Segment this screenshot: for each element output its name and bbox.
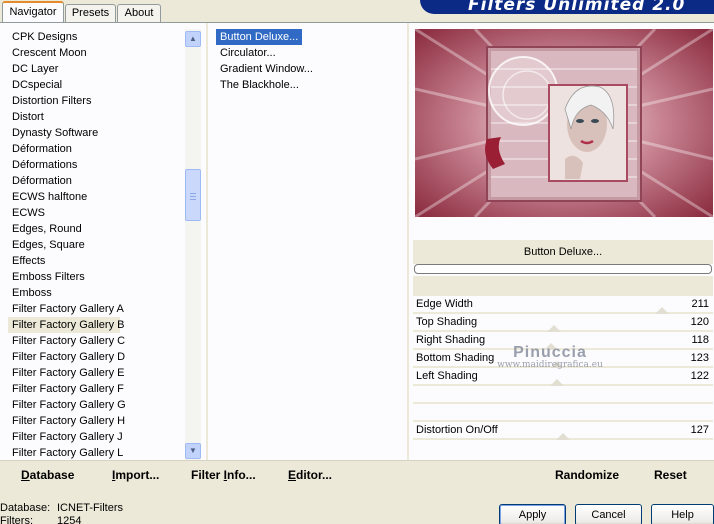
category-scrollbar[interactable]: ▲ ▼: [185, 29, 201, 461]
tab-about[interactable]: About: [117, 4, 161, 22]
tab-presets[interactable]: Presets: [65, 4, 116, 22]
category-item[interactable]: Filter Factory Gallery C: [8, 333, 188, 349]
status-info: Database: ICNET-Filters Filters: 1254: [0, 502, 123, 524]
category-list[interactable]: CPK Designs Crescent Moon DC Layer DCspecia…: [8, 29, 188, 461]
filter-info-button[interactable]: Filter Info...: [191, 468, 256, 482]
category-item[interactable]: ECWS halftone: [8, 189, 188, 205]
category-item[interactable]: Filter Factory Gallery F: [8, 381, 188, 397]
column-divider: [206, 23, 208, 461]
scroll-down-button[interactable]: ▼: [185, 443, 201, 459]
scroll-thumb[interactable]: [185, 169, 201, 221]
category-item[interactable]: DC Layer: [8, 61, 188, 77]
category-item[interactable]: Edges, Square: [8, 237, 188, 253]
category-item[interactable]: Crescent Moon: [8, 45, 188, 61]
parameter-value: 120: [690, 316, 709, 328]
category-item[interactable]: Déformations: [8, 157, 188, 173]
category-item[interactable]: Filter Factory Gallery H: [8, 413, 188, 429]
chevron-up-icon: ▲: [189, 34, 197, 43]
category-item[interactable]: ECWS: [8, 205, 188, 221]
parameter-sliders: Edge Width 211 Top Shading 120 Right Shading…: [413, 296, 713, 440]
parameter-row[interactable]: Top Shading 120: [413, 314, 713, 332]
parameter-header-band: [413, 276, 713, 296]
parameter-value: 122: [690, 370, 709, 382]
editor-button[interactable]: Editor...: [288, 468, 332, 482]
category-item[interactable]: Emboss: [8, 285, 188, 301]
category-item[interactable]: Déformation: [8, 141, 188, 157]
slider-marker[interactable]: [550, 379, 564, 386]
parameter-value: 127: [690, 424, 709, 436]
filter-item[interactable]: Gradient Window...: [216, 61, 402, 77]
slider-marker[interactable]: [550, 361, 564, 368]
database-value: ICNET-Filters: [57, 502, 123, 514]
parameter-value: 211: [691, 298, 709, 310]
parameter-name: Top Shading: [416, 316, 478, 328]
import-button[interactable]: Import...: [112, 468, 159, 482]
category-item[interactable]: Dynasty Software: [8, 125, 188, 141]
slider-marker[interactable]: [547, 325, 561, 332]
filter-item[interactable]: Circulator...: [216, 45, 402, 61]
parameter-row[interactable]: Right Shading 118: [413, 332, 713, 350]
tab-navigator[interactable]: Navigator: [2, 1, 64, 22]
column-divider: [407, 23, 409, 461]
apply-button[interactable]: Apply: [499, 504, 566, 524]
category-item[interactable]: Filter Factory Gallery E: [8, 365, 188, 381]
category-item[interactable]: Effects: [8, 253, 188, 269]
banner-title: Filters Unlimited 2.0: [468, 0, 686, 14]
database-label: Database:: [0, 502, 51, 514]
randomize-button[interactable]: Randomize: [555, 468, 619, 482]
category-item[interactable]: Filter Factory Gallery B: [8, 317, 124, 333]
filter-preview-image: [415, 29, 713, 217]
filter-item[interactable]: Button Deluxe...: [216, 29, 303, 45]
category-item[interactable]: DCspecial: [8, 77, 188, 93]
category-item[interactable]: Filter Factory Gallery D: [8, 349, 188, 365]
reset-button[interactable]: Reset: [654, 468, 687, 482]
category-item[interactable]: Edges, Round: [8, 221, 188, 237]
tab-strip: Navigator Presets About Filters Unlimite…: [0, 0, 714, 22]
database-button[interactable]: Database: [21, 468, 74, 482]
category-item[interactable]: Distort: [8, 109, 188, 125]
filter-item[interactable]: The Blackhole...: [216, 77, 402, 93]
filters-unlimited-banner: Filters Unlimited 2.0: [420, 0, 714, 14]
parameter-row[interactable]: Bottom Shading 123: [413, 350, 713, 368]
parameter-name: Right Shading: [416, 334, 486, 346]
filters-count: 1254: [57, 515, 82, 524]
filters-label: Filters:: [0, 515, 33, 524]
category-item[interactable]: Filter Factory Gallery G: [8, 397, 188, 413]
parameter-row[interactable]: Distortion On/Off 127: [413, 422, 713, 440]
category-item[interactable]: Filter Factory Gallery A: [8, 301, 188, 317]
parameter-name: Edge Width: [416, 298, 473, 310]
category-item[interactable]: Filter Factory Gallery L: [8, 445, 188, 461]
help-button[interactable]: Help: [651, 504, 714, 524]
filter-action-bar: Database Import... Filter Info... Editor…: [0, 460, 714, 490]
category-item[interactable]: Emboss Filters: [8, 269, 188, 285]
filter-list[interactable]: Button Deluxe... Circulator... Gradient Wi…: [216, 29, 402, 93]
parameter-name: Distortion On/Off: [416, 424, 498, 436]
parameter-row[interactable]: Edge Width 211: [413, 296, 713, 314]
parameter-value: 123: [690, 352, 709, 364]
category-item[interactable]: CPK Designs: [8, 29, 188, 45]
category-item[interactable]: Déformation: [8, 173, 188, 189]
empty-parameter-row: [413, 386, 713, 404]
parameter-name: Bottom Shading: [416, 352, 495, 364]
chevron-down-icon: ▼: [189, 446, 197, 455]
cancel-button[interactable]: Cancel: [575, 504, 642, 524]
parameter-name: Left Shading: [416, 370, 478, 382]
slider-marker[interactable]: [544, 343, 558, 350]
progress-bar: [414, 264, 712, 274]
slider-marker[interactable]: [556, 433, 570, 440]
parameter-value: 118: [691, 334, 709, 346]
category-item[interactable]: Distortion Filters: [8, 93, 188, 109]
parameter-row[interactable]: Left Shading 122: [413, 368, 713, 386]
scroll-up-button[interactable]: ▲: [185, 31, 201, 47]
selected-filter-title: Button Deluxe...: [413, 240, 713, 264]
category-item[interactable]: Filter Factory Gallery J: [8, 429, 188, 445]
empty-parameter-row: [413, 404, 713, 422]
slider-marker[interactable]: [655, 307, 669, 314]
